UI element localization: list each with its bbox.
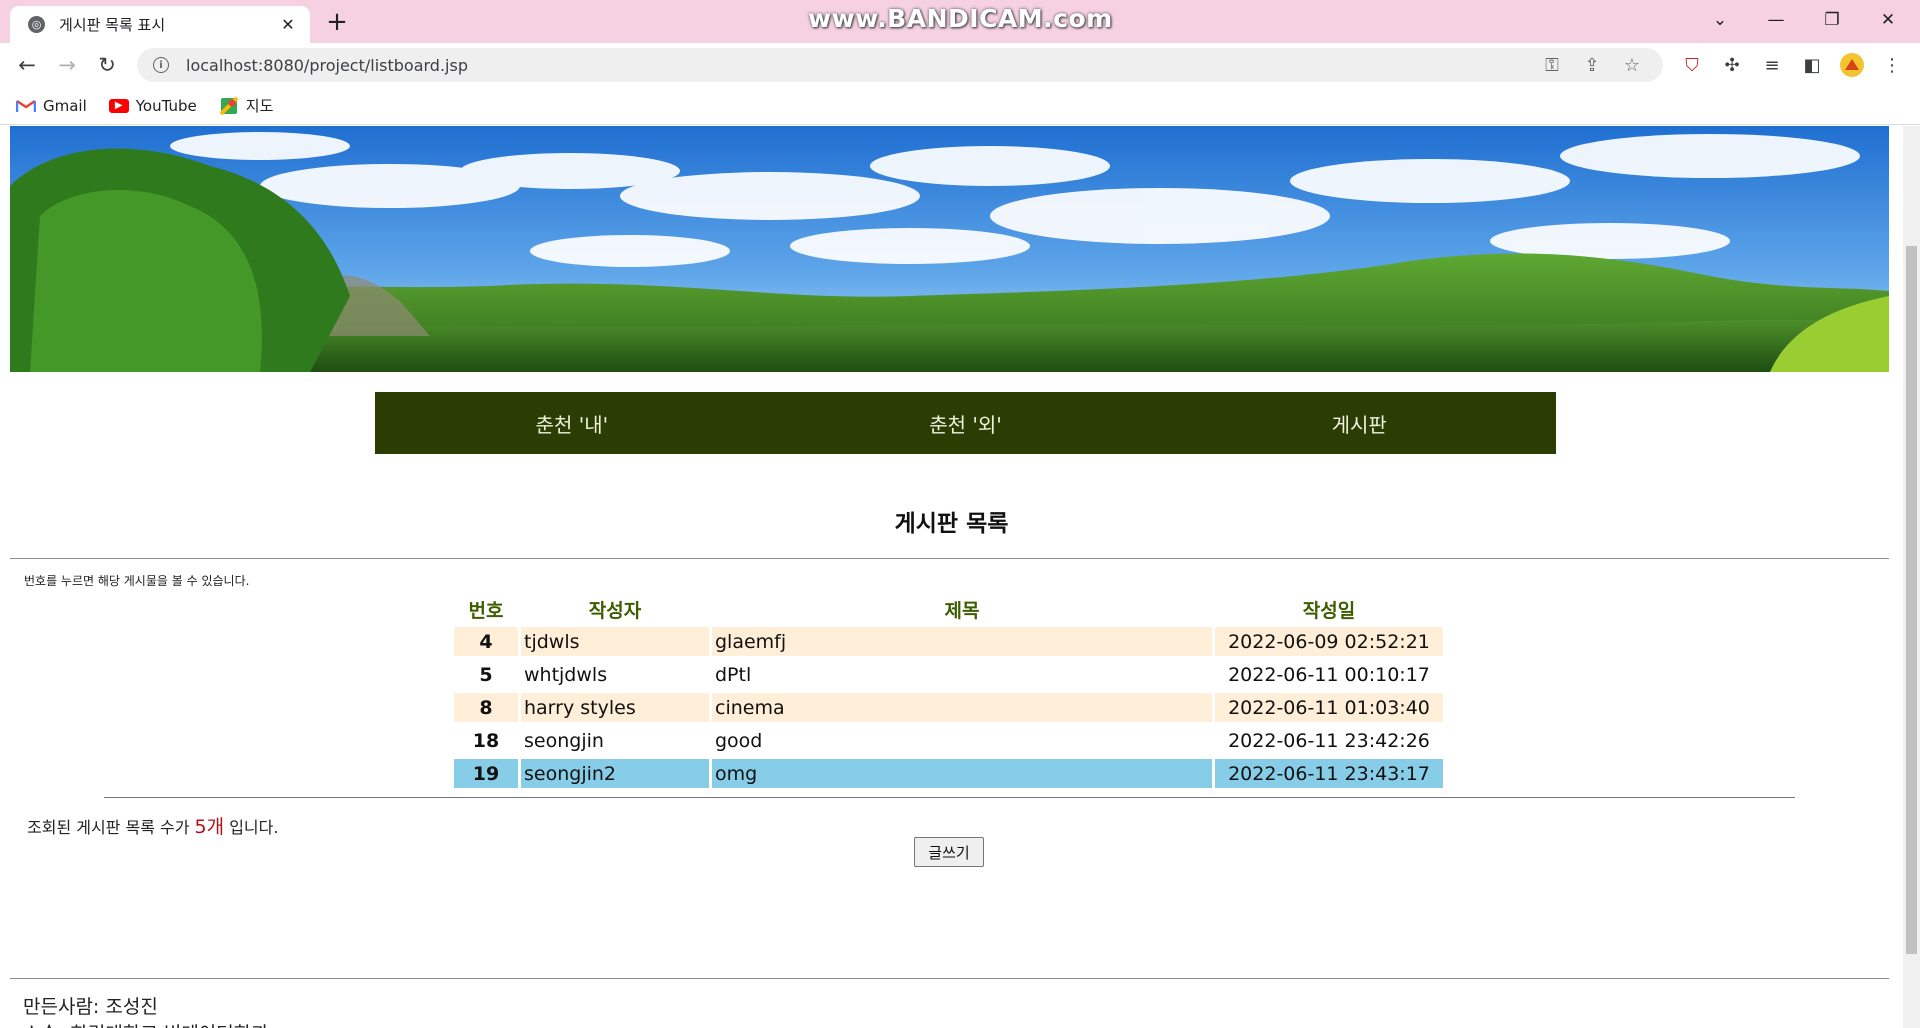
scrollbar-thumb[interactable]	[1906, 246, 1917, 954]
post-writer: harry styles	[521, 693, 709, 722]
tab-title: 게시판 목록 표시	[59, 16, 166, 34]
header-date: 작성일	[1302, 600, 1356, 622]
divider	[10, 558, 1889, 559]
footer-affiliation: 소속: 한림대학교 빅데이터학과	[23, 1019, 269, 1028]
new-tab-button[interactable]: +	[322, 7, 352, 37]
write-post-button[interactable]: 글쓰기	[914, 837, 984, 867]
post-writer: tjdwls	[521, 627, 709, 656]
star-icon[interactable]: ☆	[1617, 55, 1647, 76]
post-number-link[interactable]: 18	[454, 726, 518, 755]
footer-divider	[10, 978, 1889, 979]
key-icon[interactable]: ⚿	[1537, 55, 1567, 76]
count-prefix: 조회된 게시판 목록 수가	[27, 818, 195, 837]
reload-button[interactable]: ↻	[90, 48, 124, 82]
tab-search-icon[interactable]: ⌄	[1692, 0, 1748, 40]
tab-close-icon[interactable]: ✕	[278, 15, 298, 34]
header-writer: 작성자	[588, 600, 642, 622]
forward-button[interactable]: →	[50, 48, 84, 82]
post-writer: whtjdwls	[521, 660, 709, 689]
globe-icon: ◎	[28, 16, 45, 33]
bookmark-youtube[interactable]: ▶ YouTube	[108, 96, 197, 115]
landscape-banner-image	[10, 126, 1889, 372]
board-hint-text: 번호를 누르면 해당 게시물을 볼 수 있습니다.	[24, 574, 250, 588]
bookmark-label: YouTube	[135, 96, 197, 115]
post-writer: seongjin	[521, 726, 709, 755]
post-subject: cinema	[712, 693, 1212, 722]
maps-icon	[219, 96, 239, 115]
page-viewport: 춘천 '내' 춘천 '외' 게시판 게시판 목록 번호를 누르면 해당 게시물을…	[0, 126, 1903, 1028]
share-icon[interactable]: ⇪	[1577, 55, 1607, 76]
post-subject: good	[712, 726, 1212, 755]
post-date: 2022-06-11 00:10:17	[1215, 660, 1443, 689]
post-writer: seongjin2	[521, 759, 709, 788]
post-number-link[interactable]: 5	[454, 660, 518, 689]
post-subject: omg	[712, 759, 1212, 788]
playlist-icon[interactable]: ≡	[1758, 51, 1786, 79]
sidepanel-icon[interactable]: ◧	[1798, 51, 1826, 79]
nav-chuncheon-inside[interactable]: 춘천 '내'	[375, 392, 769, 454]
bandicam-watermark: www.BANDICAM.com	[808, 4, 1113, 33]
title-bar: ◎ 게시판 목록 표시 ✕ + www.BANDICAM.com ⌄ — ❐ ✕	[0, 0, 1920, 43]
puzzle-icon[interactable]: ✣	[1718, 51, 1746, 79]
post-date: 2022-06-11 23:43:17	[1215, 759, 1443, 788]
site-info-icon[interactable]: i	[153, 57, 169, 73]
table-row[interactable]: 5 whtjdwls dPtl 2022-06-11 00:10:17	[454, 660, 1443, 689]
bookmark-label: 지도	[245, 97, 274, 115]
bookmark-gmail[interactable]: Gmail	[16, 97, 87, 115]
nav-board[interactable]: 게시판	[1162, 392, 1556, 454]
post-subject: glaemfj	[712, 627, 1212, 656]
page-scrollbar[interactable]	[1903, 126, 1920, 1028]
bookmarks-bar: Gmail ▶ YouTube 지도	[0, 87, 1920, 125]
menu-kebab-icon[interactable]: ⋮	[1878, 51, 1906, 79]
count-value: 5개	[194, 816, 225, 838]
divider	[104, 797, 1795, 798]
table-row[interactable]: 8 harry styles cinema 2022-06-11 01:03:4…	[454, 693, 1443, 722]
post-date: 2022-06-09 02:52:21	[1215, 627, 1443, 656]
youtube-icon: ▶	[108, 98, 129, 113]
post-number-link[interactable]: 8	[454, 693, 518, 722]
address-bar[interactable]: i localhost:8080/project/listboard.jsp ⚿…	[137, 48, 1663, 82]
post-number-link[interactable]: 19	[454, 759, 518, 788]
shield-extension-icon[interactable]: ⛉	[1678, 51, 1706, 79]
restore-button[interactable]: ❐	[1804, 0, 1860, 40]
header-num: 번호	[468, 600, 504, 622]
post-subject: dPtl	[712, 660, 1212, 689]
page-title: 게시판 목록	[894, 511, 1009, 537]
profile-avatar-icon[interactable]	[1838, 51, 1866, 79]
gmail-icon	[16, 99, 36, 113]
back-button[interactable]: ←	[10, 48, 44, 82]
main-nav: 춘천 '내' 춘천 '외' 게시판	[375, 392, 1556, 454]
header-subject: 제목	[944, 600, 980, 622]
table-row-highlighted[interactable]: 19 seongjin2 omg 2022-06-11 23:43:17	[454, 759, 1443, 788]
table-row[interactable]: 18 seongjin good 2022-06-11 23:42:26	[454, 726, 1443, 755]
result-count-text: 조회된 게시판 목록 수가 5개 입니다.	[27, 812, 278, 839]
table-header-row: 번호 작성자 제목 작성일	[454, 596, 1443, 623]
url-text[interactable]: localhost:8080/project/listboard.jsp	[186, 56, 1527, 75]
browser-toolbar: ← → ↻ i localhost:8080/project/listboard…	[0, 43, 1920, 87]
bookmark-maps[interactable]: 지도	[219, 95, 274, 116]
window-close-button[interactable]: ✕	[1860, 0, 1916, 40]
table-row[interactable]: 4 tjdwls glaemfj 2022-06-09 02:52:21	[454, 627, 1443, 656]
board-table: 번호 작성자 제목 작성일 4 tjdwls glaemfj 2022-06-0…	[451, 592, 1446, 792]
post-date: 2022-06-11 23:42:26	[1215, 726, 1443, 755]
post-number-link[interactable]: 4	[454, 627, 518, 656]
count-suffix: 입니다.	[224, 818, 279, 837]
minimize-button[interactable]: —	[1748, 0, 1804, 40]
nav-chuncheon-outside[interactable]: 춘천 '외'	[769, 392, 1163, 454]
bookmark-label: Gmail	[43, 96, 87, 115]
browser-tab[interactable]: ◎ 게시판 목록 표시 ✕	[10, 6, 310, 43]
footer-maker: 만든사람: 조성진	[23, 996, 158, 1018]
post-date: 2022-06-11 01:03:40	[1215, 693, 1443, 722]
